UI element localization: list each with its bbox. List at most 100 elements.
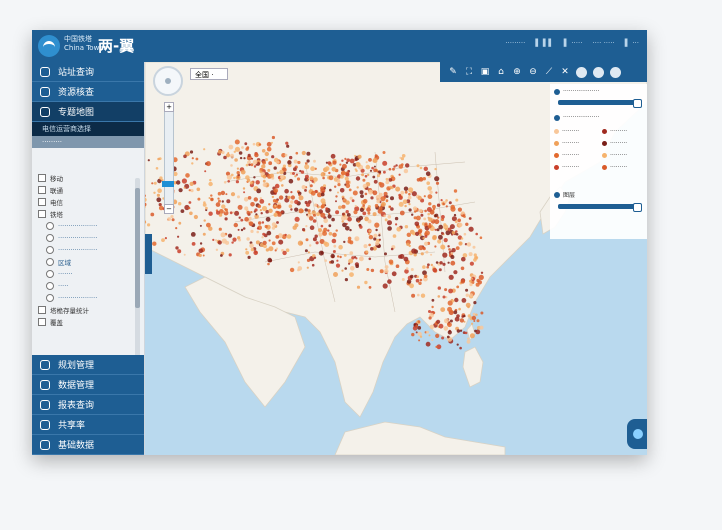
site-dot bbox=[447, 245, 450, 248]
site-dot bbox=[425, 171, 431, 176]
checkbox[interactable] bbox=[38, 186, 46, 194]
nav-item-thematic-map[interactable]: 专题地图 bbox=[32, 102, 144, 122]
site-dot bbox=[307, 200, 312, 204]
tree-item[interactable]: 覆盖 bbox=[32, 316, 144, 328]
tree-item[interactable]: ····· bbox=[32, 280, 144, 292]
radio[interactable] bbox=[46, 282, 54, 290]
radio[interactable] bbox=[46, 234, 54, 242]
nav-item-site-query[interactable]: 站址查询 bbox=[32, 62, 144, 82]
site-dot bbox=[290, 195, 295, 200]
radio-icon[interactable] bbox=[554, 191, 560, 198]
tree-scrollbar[interactable] bbox=[135, 178, 140, 358]
radio-icon[interactable] bbox=[554, 88, 560, 95]
tree-item[interactable]: 电信 bbox=[32, 196, 144, 208]
print-icon[interactable] bbox=[610, 66, 621, 78]
radio[interactable] bbox=[46, 294, 54, 302]
tree-item[interactable]: ··················· bbox=[32, 220, 144, 232]
tree-item[interactable]: ··················· bbox=[32, 292, 144, 304]
site-dot bbox=[466, 242, 472, 247]
zoom-slider[interactable]: + − bbox=[162, 102, 174, 214]
site-dot bbox=[475, 282, 480, 287]
layers-icon[interactable] bbox=[593, 66, 604, 78]
zoom-out-button[interactable]: − bbox=[164, 204, 174, 214]
measure-icon[interactable]: ⟋ bbox=[544, 67, 554, 77]
tree-item[interactable]: ······· bbox=[32, 268, 144, 280]
site-dot bbox=[347, 216, 352, 222]
site-dot bbox=[441, 215, 445, 219]
site-dot bbox=[286, 234, 292, 239]
size-slider[interactable] bbox=[558, 203, 642, 212]
site-dot bbox=[278, 239, 284, 245]
nav-item-planning[interactable]: 规划管理 bbox=[32, 355, 144, 375]
site-dot bbox=[259, 209, 262, 212]
site-dot bbox=[330, 253, 335, 259]
radio-icon[interactable] bbox=[554, 114, 560, 121]
radio[interactable] bbox=[46, 258, 54, 266]
tree-item[interactable]: ··················· bbox=[32, 232, 144, 244]
site-dot bbox=[420, 213, 424, 217]
top-link-2[interactable]: ▌ ▌▌ bbox=[535, 39, 553, 47]
nav-item-base-data[interactable]: 基础数据 bbox=[32, 435, 144, 455]
site-dot bbox=[293, 167, 297, 172]
site-dot bbox=[417, 293, 420, 297]
pen-icon[interactable]: ✎ bbox=[448, 67, 458, 77]
tree-item[interactable]: 塔桅存量统计 bbox=[32, 304, 144, 316]
site-dot bbox=[458, 222, 463, 227]
checkbox[interactable] bbox=[38, 198, 46, 206]
site-dot bbox=[313, 177, 318, 182]
share-icon bbox=[40, 419, 50, 430]
site-dot bbox=[415, 331, 418, 334]
checkbox[interactable] bbox=[38, 210, 46, 218]
legend-panel: ··················· ··················· … bbox=[550, 84, 647, 239]
tree-item[interactable]: ··················· bbox=[32, 244, 144, 256]
tree-item[interactable]: 铁塔 bbox=[32, 208, 144, 220]
checkbox[interactable] bbox=[38, 174, 46, 182]
site-dot bbox=[183, 253, 186, 256]
tree-item[interactable]: 联通 bbox=[32, 184, 144, 196]
pan-control[interactable] bbox=[153, 66, 183, 96]
nav-item-report[interactable]: 报表查询 bbox=[32, 395, 144, 415]
tree-item[interactable]: 区域 bbox=[32, 256, 144, 268]
collapse-sidebar-tab[interactable] bbox=[145, 234, 152, 274]
top-link-3[interactable]: ▌ ····· bbox=[564, 39, 583, 47]
nav-item-data[interactable]: 数据管理 bbox=[32, 375, 144, 395]
site-dot bbox=[271, 135, 275, 140]
nav-item-resource-check[interactable]: 资源核查 bbox=[32, 82, 144, 102]
top-link-user[interactable]: ········· bbox=[505, 39, 525, 47]
region-scope-select[interactable]: 全国 · bbox=[190, 68, 228, 80]
site-dot bbox=[197, 197, 201, 201]
checkbox[interactable] bbox=[38, 318, 46, 326]
expand-icon[interactable]: ✕ bbox=[560, 67, 570, 77]
scrollbar-thumb[interactable] bbox=[135, 188, 140, 308]
tag-icon[interactable]: ⌂ bbox=[496, 67, 506, 77]
fullscreen-icon[interactable]: ⛶ bbox=[464, 67, 474, 77]
zoom-in-icon[interactable]: ⊕ bbox=[512, 67, 522, 77]
tree-item[interactable]: 移动 bbox=[32, 172, 144, 184]
radio[interactable] bbox=[46, 222, 54, 230]
top-link-logout[interactable]: ▌ ··· bbox=[625, 39, 639, 47]
site-dot bbox=[233, 176, 236, 180]
site-dot bbox=[359, 256, 364, 262]
site-dot bbox=[322, 176, 325, 180]
checkbox[interactable] bbox=[38, 306, 46, 314]
assistant-button[interactable] bbox=[627, 419, 647, 449]
map-view[interactable]: + − 全国 · ✎ ⛶ ▣ ⌂ ⊕ ⊖ ⟋ ✕ ···············… bbox=[145, 62, 647, 455]
site-dot bbox=[435, 181, 440, 185]
site-dot bbox=[434, 176, 440, 182]
sub-header-2[interactable]: ········· bbox=[32, 136, 144, 148]
zoom-slider-knob[interactable] bbox=[162, 181, 174, 187]
nav-item-share-rate[interactable]: 共享率 bbox=[32, 415, 144, 435]
radio[interactable] bbox=[46, 246, 54, 254]
opacity-slider[interactable] bbox=[558, 99, 642, 108]
map-toolbar: ✎ ⛶ ▣ ⌂ ⊕ ⊖ ⟋ ✕ bbox=[440, 62, 647, 82]
radio[interactable] bbox=[46, 270, 54, 278]
site-dot bbox=[221, 238, 227, 244]
site-dot bbox=[385, 199, 389, 202]
site-dot bbox=[437, 295, 441, 298]
zoom-in-button[interactable]: + bbox=[164, 102, 174, 112]
site-dot bbox=[424, 209, 427, 213]
top-link-4[interactable]: ···· ····· bbox=[592, 39, 614, 47]
globe-icon[interactable] bbox=[576, 66, 587, 78]
zoom-out-icon[interactable]: ⊖ bbox=[528, 67, 538, 77]
select-icon[interactable]: ▣ bbox=[480, 67, 490, 77]
